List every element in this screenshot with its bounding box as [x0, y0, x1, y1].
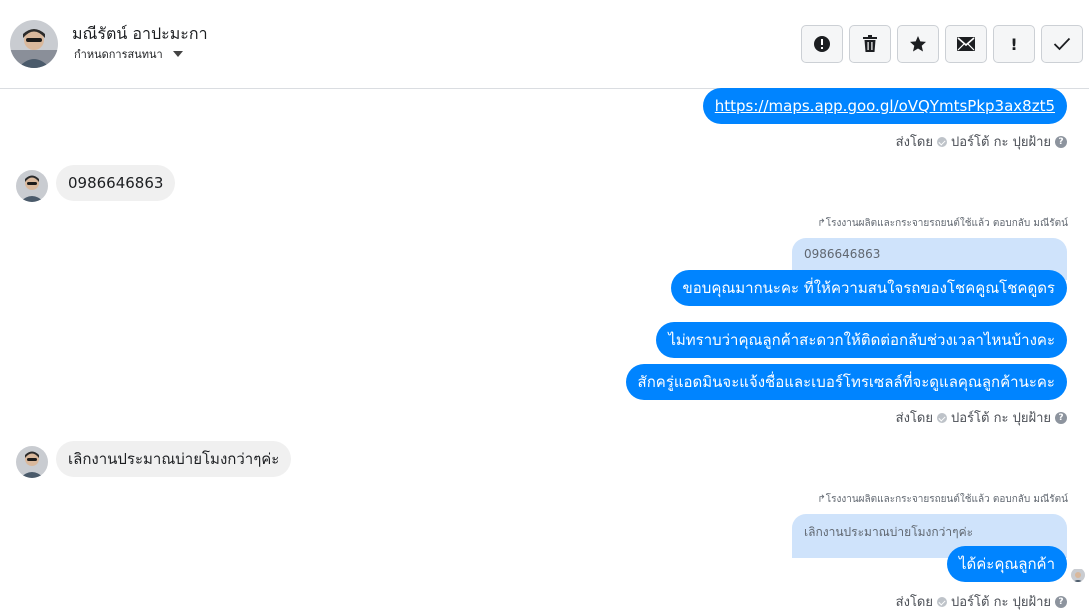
verified-check-icon	[937, 596, 947, 607]
reply-meta: ↱โรงงานผลิตและกระจายรถยนต์ใช้แล้ว ตอบกลั…	[817, 216, 1068, 231]
help-icon[interactable]: ?	[1055, 595, 1067, 608]
quoted-text: เลิกงานประมาณบ่ายโมงกว่าๆค่ะ	[804, 525, 974, 539]
follow-up-button[interactable]: !	[993, 25, 1035, 63]
star-button[interactable]	[897, 25, 939, 63]
message-link[interactable]: https://maps.app.goo.gl/oVQYmtsPkp3ax8zt…	[715, 97, 1055, 115]
mail-icon	[957, 37, 975, 51]
incoming-message[interactable]: 0986646863	[56, 165, 176, 201]
sent-by-prefix: ส่งโดย	[895, 595, 933, 610]
contact-mini-avatar	[16, 446, 48, 478]
outgoing-message[interactable]: สักครู่แอดมินจะแจ้งชื่อและเบอร์โทรเซลล์ท…	[625, 364, 1067, 400]
seen-avatar	[1071, 568, 1085, 582]
assign-conversation-dropdown[interactable]: กำหนดการสนทนา	[74, 45, 183, 63]
sent-by-prefix: ส่งโดย	[895, 411, 933, 426]
alert-icon	[813, 35, 831, 53]
check-icon	[1053, 37, 1071, 51]
outgoing-message[interactable]: ไม่ทราบว่าคุณลูกค้าสะดวกให้ติดต่อกลับช่ว…	[656, 322, 1067, 358]
incoming-message[interactable]: เลิกงานประมาณบ่ายโมงกว่าๆค่ะ	[56, 441, 292, 477]
contact-name: มณีรัตน์ อาปะมะกา	[72, 24, 208, 43]
delete-button[interactable]	[849, 25, 891, 63]
message-text: สักครู่แอดมินจะแจ้งชื่อและเบอร์โทรเซลล์ท…	[637, 373, 1055, 391]
reply-meta-text: โรงงานผลิตและกระจายรถยนต์ใช้แล้ว ตอบกลับ…	[825, 218, 1068, 229]
sent-by-agent: ปอร์โต้ กะ ปุยฝ้าย	[951, 135, 1051, 150]
help-icon[interactable]: ?	[1055, 411, 1067, 424]
caret-down-icon	[172, 51, 183, 57]
sent-by-prefix: ส่งโดย	[895, 135, 933, 150]
contact-avatar[interactable]	[10, 20, 58, 68]
spam-button[interactable]	[801, 25, 843, 63]
mark-unread-button[interactable]	[945, 25, 987, 63]
contact-mini-avatar	[16, 170, 48, 202]
verified-check-icon	[937, 136, 947, 147]
sent-by-row: ส่งโดย ปอร์โต้ กะ ปุยฝ้าย ?	[896, 407, 1067, 428]
star-icon	[909, 35, 927, 53]
reply-arrow-icon: ↱	[817, 218, 826, 229]
done-button[interactable]	[1041, 25, 1083, 63]
message-text: ไม่ทราบว่าคุณลูกค้าสะดวกให้ติดต่อกลับช่ว…	[668, 331, 1055, 349]
conversation-actions: !	[801, 25, 1083, 63]
outgoing-message[interactable]: ได้ค่ะคุณลูกค้า	[946, 546, 1067, 582]
trash-icon	[862, 35, 878, 53]
reply-meta-text: โรงงานผลิตและกระจายรถยนต์ใช้แล้ว ตอบกลับ…	[825, 494, 1068, 505]
help-icon[interactable]: ?	[1055, 135, 1067, 148]
message-text: เลิกงานประมาณบ่ายโมงกว่าๆค่ะ	[68, 450, 280, 468]
outgoing-message[interactable]: https://maps.app.goo.gl/oVQYmtsPkp3ax8zt…	[702, 88, 1067, 124]
exclamation-icon: !	[1010, 34, 1018, 54]
sent-by-row: ส่งโดย ปอร์โต้ กะ ปุยฝ้าย ?	[896, 131, 1067, 152]
sent-by-agent: ปอร์โต้ กะ ปุยฝ้าย	[951, 595, 1051, 610]
sent-by-agent: ปอร์โต้ กะ ปุยฝ้าย	[951, 411, 1051, 426]
reply-arrow-icon: ↱	[817, 494, 826, 505]
sent-by-row: ส่งโดย ปอร์โต้ กะ ปุยฝ้าย ?	[896, 591, 1067, 612]
message-text: ขอบคุณมากนะคะ ที่ให้ความสนใจรถของโชคคูณโ…	[682, 279, 1055, 297]
message-text: 0986646863	[68, 174, 164, 192]
reply-meta: ↱โรงงานผลิตและกระจายรถยนต์ใช้แล้ว ตอบกลั…	[817, 492, 1068, 507]
conversation-header: มณีรัตน์ อาปะมะกา กำหนดการสนทนา !	[0, 0, 1089, 89]
verified-check-icon	[937, 412, 947, 423]
message-text: ได้ค่ะคุณลูกค้า	[958, 555, 1055, 573]
quoted-text: 0986646863	[804, 247, 881, 261]
outgoing-message[interactable]: ขอบคุณมากนะคะ ที่ให้ความสนใจรถของโชคคูณโ…	[670, 270, 1067, 306]
assign-label: กำหนดการสนทนา	[74, 48, 163, 61]
